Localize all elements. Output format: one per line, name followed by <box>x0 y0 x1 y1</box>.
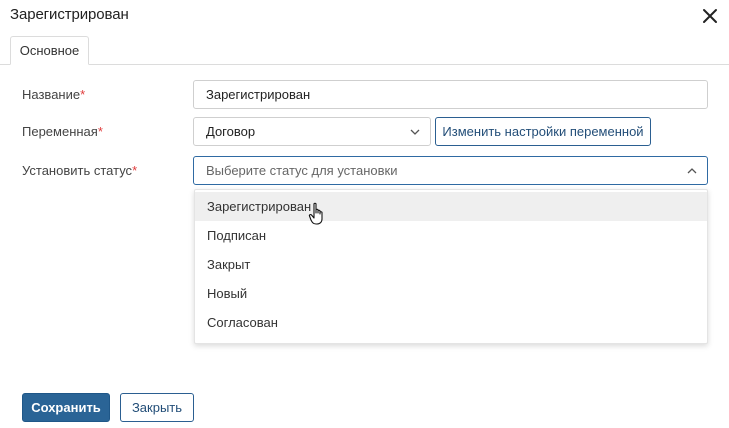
save-button[interactable]: Сохранить <box>22 393 110 422</box>
tabs-divider <box>0 64 729 65</box>
hand-cursor-icon <box>308 202 323 225</box>
name-label: Название* <box>22 87 86 102</box>
chevron-down-icon <box>410 129 420 135</box>
tab-main[interactable]: Основное <box>10 36 89 65</box>
variable-select[interactable]: Договор <box>193 117 431 146</box>
status-option[interactable]: Зарегистрирован <box>195 192 707 221</box>
status-option[interactable]: Согласован <box>195 308 707 337</box>
dialog-title: Зарегистрирован <box>10 6 129 23</box>
change-variable-settings-button[interactable]: Изменить настройки переменной <box>435 117 651 146</box>
status-option[interactable]: Подписан <box>195 221 707 250</box>
close-icon[interactable] <box>700 6 720 26</box>
close-button[interactable]: Закрыть <box>120 393 194 422</box>
name-input[interactable]: Зарегистрирован <box>193 80 708 109</box>
status-option[interactable]: Закрыт <box>195 250 707 279</box>
status-dialog: Зарегистрирован Основное Название* Зарег… <box>0 0 729 428</box>
variable-label: Переменная* <box>22 124 103 139</box>
status-label: Установить статус* <box>22 163 138 178</box>
status-select[interactable]: Выберите статус для установки <box>193 156 708 185</box>
variable-select-value: Договор <box>206 124 256 139</box>
status-select-placeholder: Выберите статус для установки <box>206 163 398 178</box>
status-dropdown: Зарегистрирован Подписан Закрыт Новый Со… <box>194 189 708 344</box>
status-option[interactable]: Новый <box>195 279 707 308</box>
chevron-up-icon <box>687 168 697 174</box>
